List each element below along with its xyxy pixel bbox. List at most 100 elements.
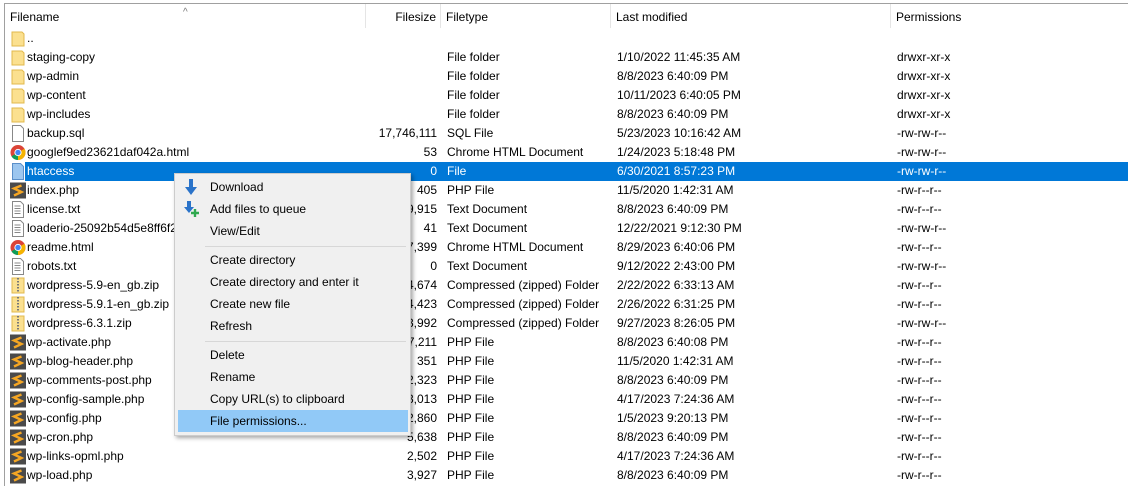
- php-icon: [10, 448, 26, 465]
- cell-permissions: -rw-rw-r--: [897, 164, 947, 178]
- cell-filetype: File folder: [447, 107, 500, 121]
- table-row[interactable]: wp-admin File folder 8/8/2023 6:40:09 PM dr…: [5, 67, 1128, 86]
- folder-icon: [10, 49, 26, 66]
- cell-last-modified: 5/23/2023 10:16:42 AM: [617, 126, 742, 140]
- cell-filename: wp-links-opml.php: [27, 449, 124, 463]
- menu-separator: [205, 246, 406, 247]
- cell-last-modified: 1/10/2022 11:45:35 AM: [617, 50, 741, 64]
- header-filename[interactable]: Filename ^: [5, 4, 366, 28]
- text-icon: [10, 220, 26, 237]
- file-icon: [10, 125, 26, 142]
- chrome-icon: [10, 144, 26, 161]
- cell-permissions: drwxr-xr-x: [897, 88, 951, 102]
- folder-icon: [10, 30, 26, 47]
- cell-filetype: Text Document: [447, 259, 528, 273]
- cell-permissions: -rw-rw-r--: [897, 316, 947, 330]
- add-to-queue-icon: [183, 201, 199, 217]
- menu-item-refresh[interactable]: Refresh: [178, 315, 408, 337]
- cell-permissions: -rw-r--r--: [897, 430, 942, 444]
- cell-filename: wordpress-6.3.1.zip: [27, 316, 132, 330]
- php-icon: [10, 334, 26, 351]
- folder-icon: [10, 106, 26, 123]
- menu-item-add-files-to-queue[interactable]: Add files to queue: [178, 198, 408, 220]
- cell-last-modified: 12/22/2021 9:12:30 PM: [617, 221, 742, 235]
- php-icon: [10, 372, 26, 389]
- cell-filetype: Chrome HTML Document: [447, 145, 584, 159]
- menu-item-view-edit[interactable]: View/Edit: [178, 220, 408, 242]
- menu-item-delete[interactable]: Delete: [178, 344, 408, 366]
- cell-last-modified: 8/8/2023 6:40:09 PM: [617, 430, 729, 444]
- cell-last-modified: 4/17/2023 7:24:36 AM: [617, 392, 735, 406]
- cell-filetype: File: [447, 164, 467, 178]
- menu-item-download[interactable]: Download: [178, 176, 408, 198]
- cell-filetype: Chrome HTML Document: [447, 240, 584, 254]
- download-icon: [183, 179, 199, 195]
- folder-icon: [10, 68, 26, 85]
- php-icon: [10, 410, 26, 427]
- cell-filename: wordpress-5.9-en_gb.zip: [27, 278, 160, 292]
- cell-filesize: 17,746,111: [378, 126, 437, 140]
- table-row[interactable]: ..: [5, 29, 1128, 48]
- header-last-modified[interactable]: Last modified: [611, 4, 891, 28]
- menu-item-file-permissions[interactable]: File permissions...: [178, 410, 408, 432]
- cell-filetype: Text Document: [447, 221, 528, 235]
- table-row[interactable]: wp-links-opml.php 2,502 PHP File 4/17/2023 …: [5, 447, 1128, 466]
- cell-filename: wordpress-5.9.1-en_gb.zip: [27, 297, 170, 311]
- menu-item-create-new-file[interactable]: Create new file: [178, 293, 408, 315]
- cell-filetype: PHP File: [447, 373, 495, 387]
- table-row[interactable]: staging-copy File folder 1/10/2022 11:45:3…: [5, 48, 1128, 67]
- column-header: Filename ^ Filesize Filetype Last modifie…: [5, 4, 1128, 28]
- php-icon: [10, 182, 26, 199]
- chrome-icon: [10, 239, 26, 256]
- cell-last-modified: 8/8/2023 6:40:09 PM: [617, 468, 729, 482]
- cell-permissions: -rw-rw-r--: [897, 259, 947, 273]
- menu-item-label: Copy URL(s) to clipboard: [210, 392, 345, 406]
- table-row[interactable]: backup.sql 17,746,111 SQL File 5/23/2023 10…: [5, 124, 1128, 143]
- cell-filesize: 53: [423, 145, 437, 159]
- cell-filetype: PHP File: [447, 430, 495, 444]
- table-row[interactable]: wp-load.php 3,927 PHP File 8/8/2023 6:40:09…: [5, 466, 1128, 485]
- php-icon: [10, 429, 26, 446]
- php-icon: [10, 391, 26, 408]
- cell-filetype: Compressed (zipped) Folder: [447, 278, 600, 292]
- cell-filetype: File folder: [447, 69, 500, 83]
- table-row[interactable]: googlef9ed23621daf042a.html 53 Chrome HTML…: [5, 143, 1128, 162]
- cell-filename: wp-content: [27, 88, 86, 102]
- cell-filetype: File folder: [447, 88, 500, 102]
- cell-last-modified: 8/8/2023 6:40:09 PM: [617, 107, 729, 121]
- cell-permissions: -rw-r--r--: [897, 468, 942, 482]
- table-row[interactable]: wp-includes File folder 8/8/2023 6:40:09 P…: [5, 105, 1128, 124]
- menu-item-copy-url-s-to-clipboard[interactable]: Copy URL(s) to clipboard: [178, 388, 408, 410]
- cell-last-modified: 11/5/2020 1:42:31 AM: [617, 183, 734, 197]
- header-permissions[interactable]: Permissions: [891, 4, 1128, 28]
- zip-icon: [10, 315, 26, 332]
- cell-last-modified: 1/5/2023 9:20:13 PM: [617, 411, 729, 425]
- cell-permissions: -rw-r--r--: [897, 354, 942, 368]
- cell-filename: readme.html: [27, 240, 94, 254]
- cell-filename: wp-config-sample.php: [27, 392, 145, 406]
- menu-item-create-directory-and-enter-it[interactable]: Create directory and enter it: [178, 271, 408, 293]
- header-filesize[interactable]: Filesize: [366, 4, 441, 28]
- menu-item-label: Create directory and enter it: [210, 275, 359, 289]
- cell-filesize: 2,502: [406, 449, 437, 463]
- cell-filetype: SQL File: [447, 126, 494, 140]
- cell-filetype: Compressed (zipped) Folder: [447, 297, 600, 311]
- folder-icon: [10, 87, 26, 104]
- cell-filetype: PHP File: [447, 411, 495, 425]
- cell-permissions: -rw-r--r--: [897, 240, 942, 254]
- cell-permissions: -rw-rw-r--: [897, 221, 947, 235]
- table-row[interactable]: wp-content File folder 10/11/2023 6:40:05 …: [5, 86, 1128, 105]
- cell-filename: wp-admin: [27, 69, 80, 83]
- menu-separator: [205, 341, 406, 342]
- cell-filetype: Compressed (zipped) Folder: [447, 316, 600, 330]
- menu-item-rename[interactable]: Rename: [178, 366, 408, 388]
- text-icon: [10, 201, 26, 218]
- header-filetype[interactable]: Filetype: [441, 4, 611, 28]
- cell-filetype: PHP File: [447, 392, 495, 406]
- cell-filename: wp-activate.php: [27, 335, 112, 349]
- menu-item-label: Rename: [210, 370, 256, 384]
- menu-item-create-directory[interactable]: Create directory: [178, 249, 408, 271]
- cell-last-modified: 9/12/2022 2:43:00 PM: [617, 259, 736, 273]
- cell-permissions: drwxr-xr-x: [897, 50, 951, 64]
- cell-filetype: PHP File: [447, 183, 495, 197]
